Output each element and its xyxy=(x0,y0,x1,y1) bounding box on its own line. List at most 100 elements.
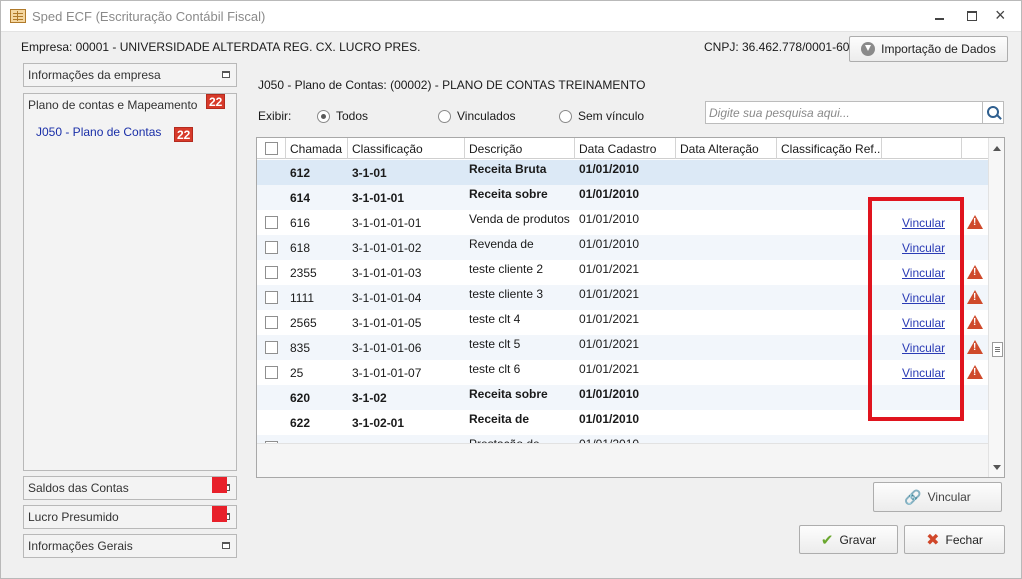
sidebar-panel-plano-contas: Plano de contas e Mapeamento 22 J050 - P… xyxy=(23,93,237,471)
filter-label: Sem vínculo xyxy=(578,109,645,123)
row-checkbox[interactable] xyxy=(265,266,278,279)
vincular-button-label: Vincular xyxy=(927,490,971,504)
row-checkbox[interactable] xyxy=(265,366,278,379)
table-row[interactable]: 2565 3-1-01-01-05 teste clt 4 01/01/2021 Vin… xyxy=(257,310,988,335)
cell-classificacao: 3-1-02 xyxy=(352,391,387,405)
filter-radio-sem-vinculo[interactable]: Sem vínculo xyxy=(559,109,644,123)
row-checkbox[interactable] xyxy=(265,341,278,354)
minimize-button[interactable] xyxy=(929,7,951,25)
radio-selected-icon[interactable] xyxy=(317,109,330,123)
table-row[interactable]: 835 3-1-01-01-06 teste clt 5 01/01/2021 Vinc… xyxy=(257,335,988,360)
cell-classificacao: 3-1-01-01-03 xyxy=(352,266,422,280)
cell-chamada: 1111 xyxy=(290,291,315,305)
gravar-button[interactable]: ✔ Gravar xyxy=(799,525,898,554)
empresa-label: Empresa: 00001 - UNIVERSIDADE ALTERDATA … xyxy=(21,40,421,54)
pending-count-badge: 22 xyxy=(174,127,194,142)
vincular-link[interactable]: Vincular xyxy=(902,366,945,380)
column-header-classificacao[interactable]: Classificação xyxy=(348,138,465,159)
select-all-checkbox[interactable] xyxy=(265,142,278,155)
table-row[interactable]: 618 3-1-01-01-02 Revenda de 01/01/2010 Vincu… xyxy=(257,235,988,260)
vincular-link[interactable]: Vincular xyxy=(902,241,945,255)
column-header-classificacao-ref[interactable]: Classificação Ref... xyxy=(777,138,882,159)
radio-icon[interactable] xyxy=(438,109,451,123)
redaction-mark xyxy=(212,477,227,493)
column-header-label: Classificação xyxy=(352,142,423,156)
cell-descricao: teste cliente 2 xyxy=(469,262,544,276)
cell-descricao: Receita sobre xyxy=(469,387,548,401)
app-window: Sped ECF (Escrituração Contábil Fiscal) … xyxy=(0,0,1022,579)
column-header-descricao[interactable]: Descrição xyxy=(465,138,575,159)
fechar-button[interactable]: ✖ Fechar xyxy=(904,525,1005,554)
vertical-scrollbar[interactable] xyxy=(988,138,1004,477)
cell-descricao: teste clt 5 xyxy=(469,337,521,351)
table-footer-area xyxy=(257,443,988,477)
close-button[interactable] xyxy=(991,6,1013,25)
vincular-link[interactable]: Vincular xyxy=(902,316,945,330)
cell-descricao: teste clt 6 xyxy=(469,362,521,376)
table-row[interactable]: 2355 3-1-01-01-03 teste cliente 2 01/01/202… xyxy=(257,260,988,285)
vincular-link[interactable]: Vincular xyxy=(902,216,945,230)
table-row[interactable]: 614 3-1-01-01 Receita sobre 01/01/2010 xyxy=(257,185,988,210)
column-header-data-alteracao[interactable]: Data Alteração xyxy=(676,138,777,159)
cell-classificacao: 3-1-01-01-01 xyxy=(352,216,422,230)
importacao-dados-button[interactable]: Importação de Dados xyxy=(849,36,1008,62)
window-title: Sped ECF (Escrituração Contábil Fiscal) xyxy=(32,9,266,24)
row-checkbox[interactable] xyxy=(265,216,278,229)
link-icon: 🔗 xyxy=(904,488,922,505)
vincular-link[interactable]: Vincular xyxy=(902,291,945,305)
cell-descricao: Receita de xyxy=(469,412,530,426)
cell-data-cadastro: 01/01/2010 xyxy=(579,212,640,226)
sidebar-item-j050-plano-contas[interactable]: J050 - Plano de Contas xyxy=(36,125,161,139)
title-bar: Sped ECF (Escrituração Contábil Fiscal) xyxy=(1,1,1021,32)
scroll-up-icon[interactable] xyxy=(993,146,1001,151)
expand-icon[interactable] xyxy=(222,71,230,78)
cell-data-cadastro: 01/01/2021 xyxy=(579,312,640,326)
row-checkbox[interactable] xyxy=(265,316,278,329)
cell-data-cadastro: 01/01/2010 xyxy=(579,387,640,401)
table-row[interactable]: 620 3-1-02 Receita sobre 01/01/2010 xyxy=(257,385,988,410)
restore-button[interactable] xyxy=(961,7,983,25)
plano-contas-table: Chamada Classificação Descrição Data Cad… xyxy=(256,137,1005,478)
row-checkbox[interactable] xyxy=(265,291,278,304)
table-row[interactable]: 616 3-1-01-01-01 Venda de produtos 01/01/20… xyxy=(257,210,988,235)
sidebar-item-label: Informações da empresa xyxy=(28,68,161,82)
table-row[interactable]: 622 3-1-02-01 Receita de 01/01/2010 xyxy=(257,410,988,435)
sidebar-item-lucro-presumido[interactable]: Lucro Presumido xyxy=(23,505,237,529)
search-input[interactable]: Digite sua pesquisa aqui... xyxy=(705,101,983,124)
radio-icon[interactable] xyxy=(559,109,572,123)
scroll-thumb[interactable] xyxy=(992,342,1003,357)
vincular-link[interactable]: Vincular xyxy=(902,341,945,355)
warning-icon xyxy=(967,340,983,354)
sidebar-item-informacoes-gerais[interactable]: Informações Gerais xyxy=(23,534,237,558)
cell-data-cadastro: 01/01/2010 xyxy=(579,237,640,251)
vincular-button[interactable]: 🔗 Vincular xyxy=(873,482,1002,512)
filter-label: Todos xyxy=(336,109,369,123)
cell-descricao: Venda de produtos xyxy=(469,212,570,226)
expand-icon[interactable] xyxy=(222,542,230,549)
column-header-chamada[interactable]: Chamada xyxy=(286,138,348,159)
cell-data-cadastro: 01/01/2010 xyxy=(579,412,640,426)
cell-chamada: 612 xyxy=(290,166,311,180)
filter-radio-vinculados[interactable]: Vinculados xyxy=(438,109,516,123)
warning-icon xyxy=(967,265,983,279)
fechar-button-label: Fechar xyxy=(945,532,983,547)
sidebar-item-saldos-contas[interactable]: Saldos das Contas xyxy=(23,476,237,500)
cell-classificacao: 3-1-01-01 xyxy=(352,191,405,205)
sidebar-panel-title[interactable]: Plano de contas e Mapeamento xyxy=(28,98,197,112)
column-header-data-cadastro[interactable]: Data Cadastro xyxy=(575,138,676,159)
scroll-down-icon[interactable] xyxy=(993,465,1001,470)
table-row[interactable]: 1111 3-1-01-01-04 teste cliente 3 01/01/202… xyxy=(257,285,988,310)
filter-radio-todos[interactable]: Todos xyxy=(317,109,368,123)
close-x-icon: ✖ xyxy=(926,531,940,549)
cell-chamada: 622 xyxy=(290,416,311,430)
search-icon[interactable] xyxy=(983,101,1004,124)
table-row[interactable]: 612 3-1-01 Receita Bruta 01/01/2010 xyxy=(257,160,988,185)
sidebar-item-label: Lucro Presumido xyxy=(28,510,119,524)
cell-chamada: 2355 xyxy=(290,266,317,280)
sidebar-item-informacoes-empresa[interactable]: Informações da empresa xyxy=(23,63,237,87)
cell-data-cadastro: 01/01/2021 xyxy=(579,262,640,276)
row-checkbox[interactable] xyxy=(265,241,278,254)
cell-descricao: teste cliente 3 xyxy=(469,287,544,301)
table-row[interactable]: 25 3-1-01-01-07 teste clt 6 01/01/2021 Vincu… xyxy=(257,360,988,385)
vincular-link[interactable]: Vincular xyxy=(902,266,945,280)
